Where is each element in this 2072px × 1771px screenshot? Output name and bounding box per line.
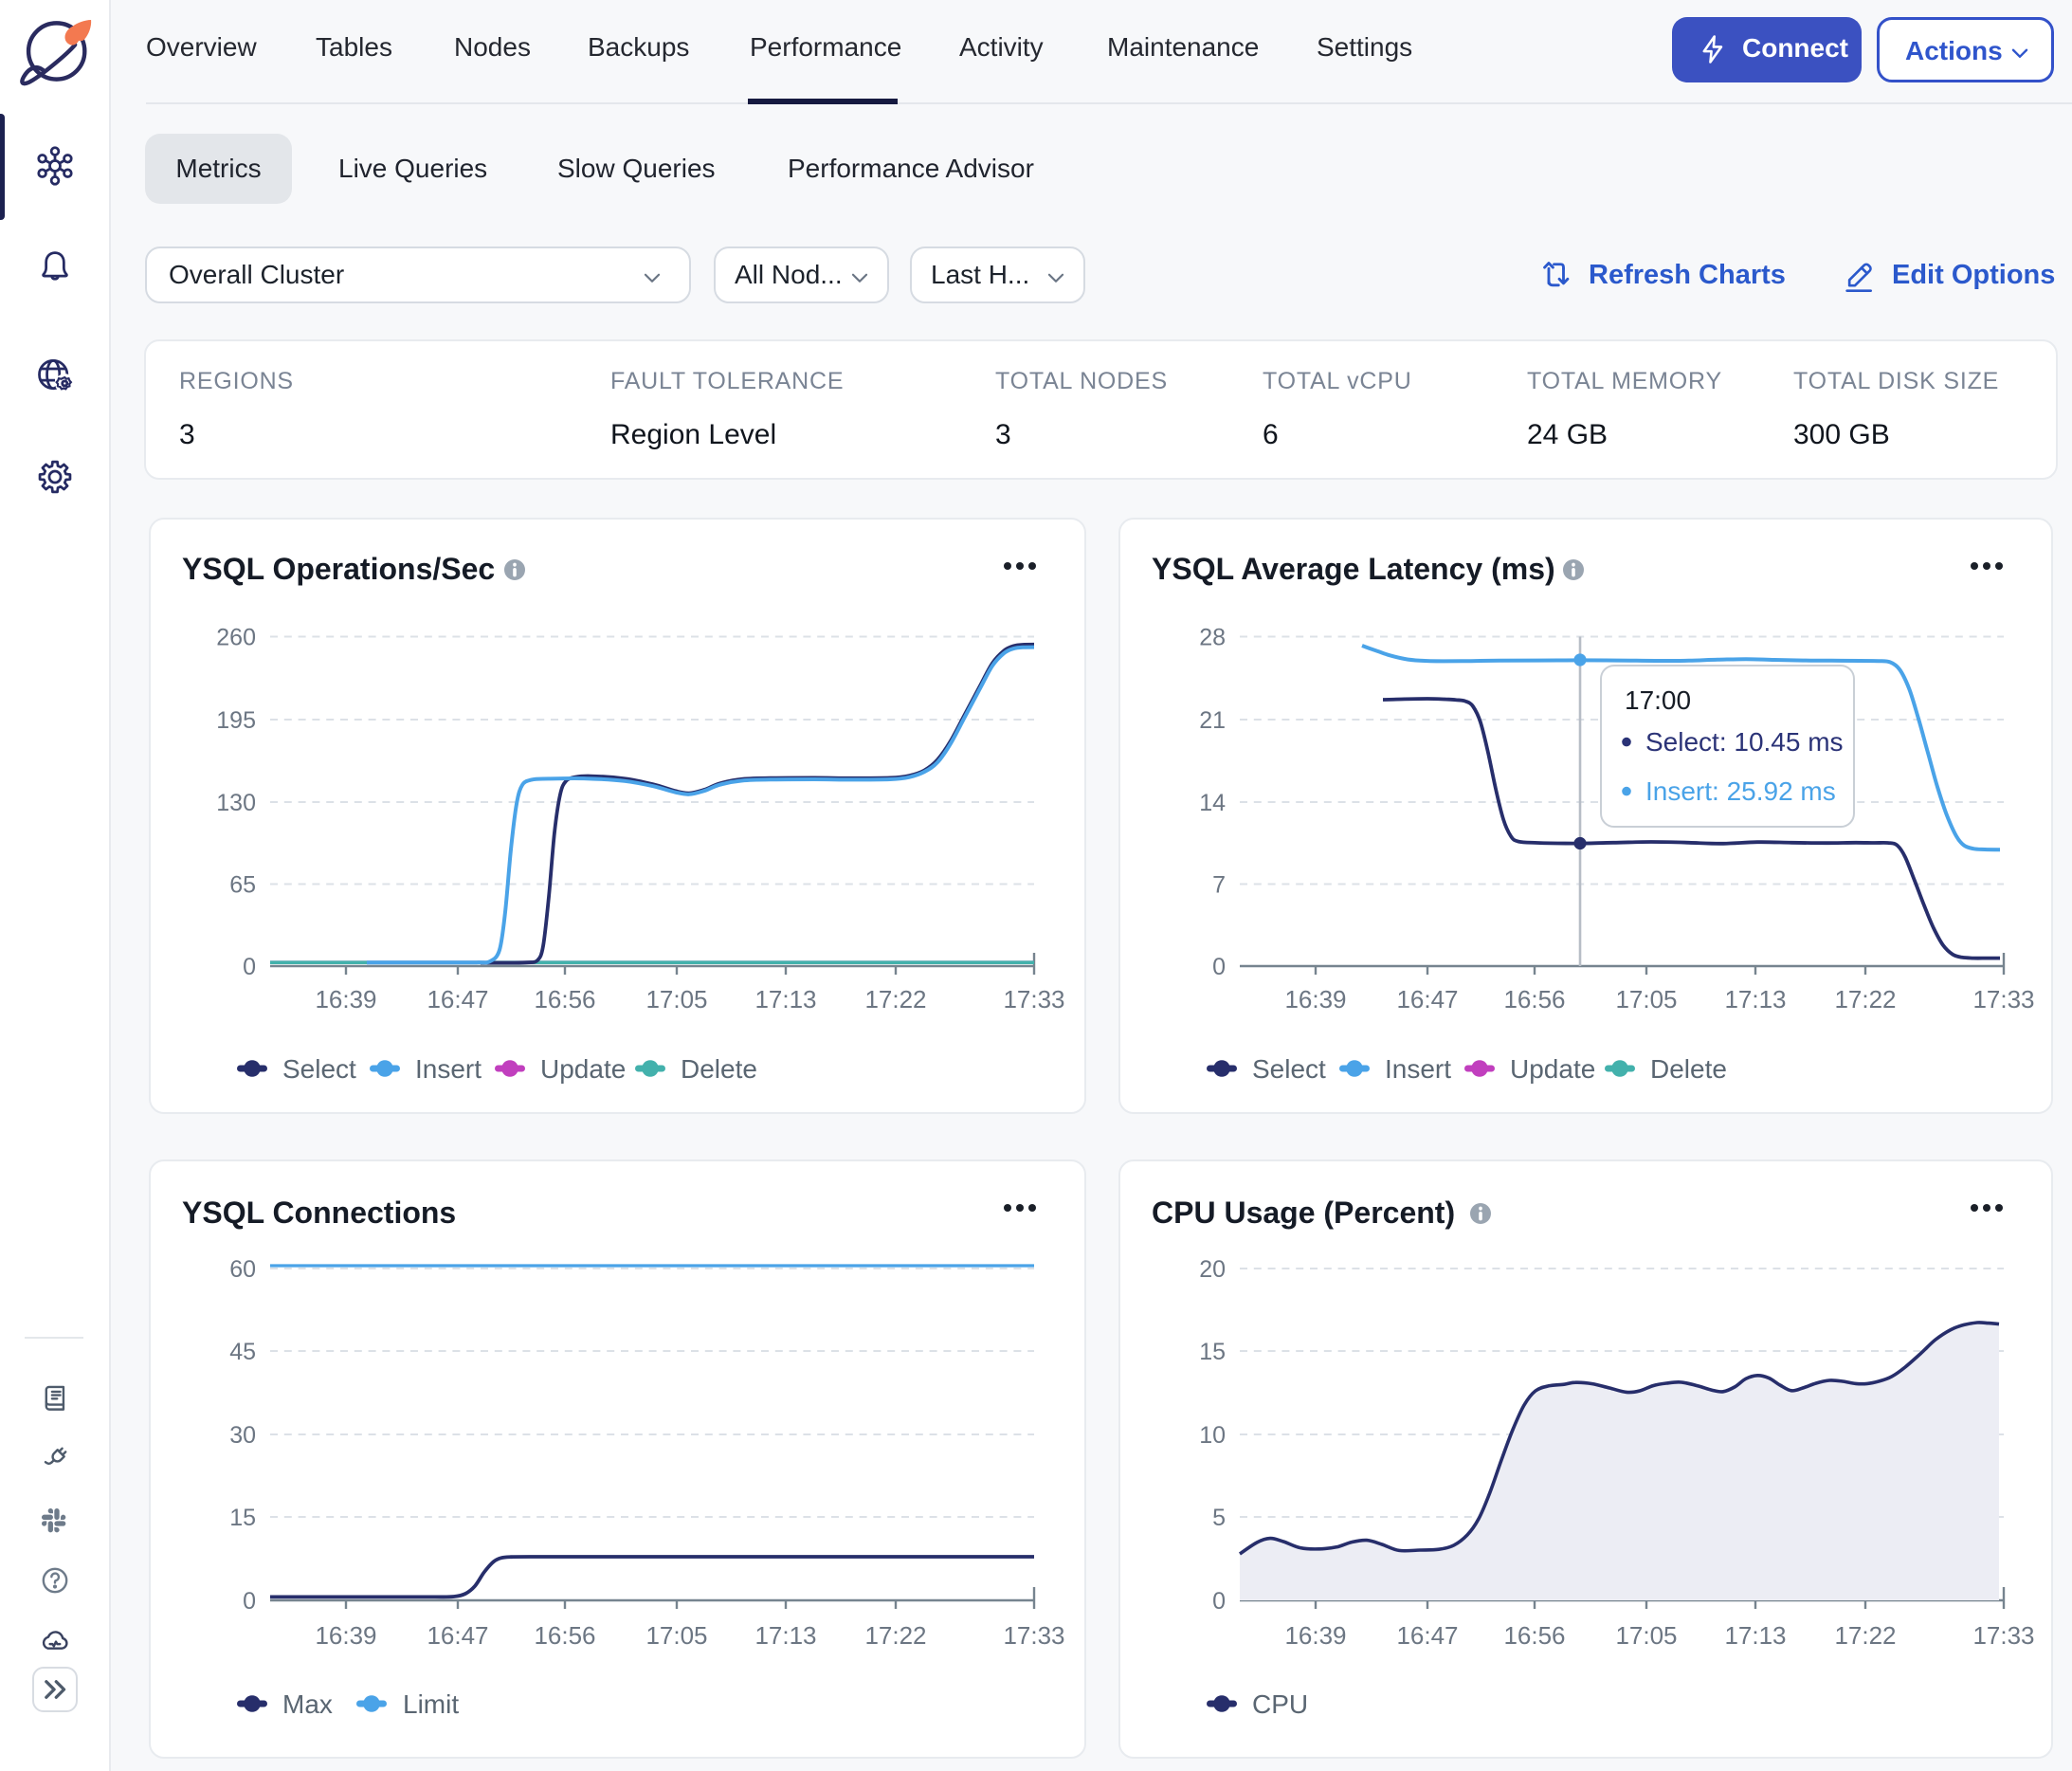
svg-text:130: 130 [216, 790, 256, 816]
svg-text:Delete: Delete [1650, 1054, 1727, 1084]
svg-text:16:56: 16:56 [534, 1621, 595, 1650]
svg-text:16:39: 16:39 [315, 985, 376, 1013]
svg-text:45: 45 [229, 1339, 256, 1365]
svg-text:16:47: 16:47 [1396, 985, 1458, 1013]
svg-text:17:22: 17:22 [1834, 985, 1896, 1013]
svg-text:17:05: 17:05 [645, 985, 707, 1013]
svg-text:20: 20 [1199, 1256, 1226, 1283]
svg-text:CPU Usage (Percent): CPU Usage (Percent) [1152, 1196, 1455, 1230]
svg-text:17:05: 17:05 [1615, 985, 1677, 1013]
svg-text:Insert: 25.92 ms: Insert: 25.92 ms [1645, 776, 1836, 806]
svg-text:21: 21 [1199, 707, 1226, 734]
svg-text:16:39: 16:39 [1284, 1621, 1346, 1650]
svg-text:17:22: 17:22 [864, 985, 926, 1013]
svg-text:0: 0 [243, 1588, 256, 1615]
svg-text:16:39: 16:39 [1284, 985, 1346, 1013]
svg-text:28: 28 [1199, 625, 1226, 651]
svg-text:YSQL Operations/Sec: YSQL Operations/Sec [182, 552, 495, 586]
svg-text:17:05: 17:05 [1615, 1621, 1677, 1650]
svg-text:16:39: 16:39 [315, 1621, 376, 1650]
svg-text:17:13: 17:13 [754, 985, 816, 1013]
svg-text:Select: Select [282, 1054, 356, 1084]
svg-text:Insert: Insert [415, 1054, 482, 1084]
svg-text:16:47: 16:47 [427, 985, 488, 1013]
svg-text:60: 60 [229, 1256, 256, 1283]
svg-text:16:47: 16:47 [1396, 1621, 1458, 1650]
svg-text:17:33: 17:33 [1972, 1621, 2034, 1650]
svg-text:5: 5 [1212, 1505, 1226, 1531]
svg-text:17:05: 17:05 [645, 1621, 707, 1650]
svg-text:17:00: 17:00 [1625, 685, 1691, 715]
svg-text:17:13: 17:13 [1724, 1621, 1786, 1650]
svg-text:16:56: 16:56 [1503, 985, 1565, 1013]
svg-text:YSQL Connections: YSQL Connections [182, 1196, 456, 1230]
svg-text:17:33: 17:33 [1003, 1621, 1064, 1650]
svg-text:Insert: Insert [1385, 1054, 1451, 1084]
svg-text:16:56: 16:56 [534, 985, 595, 1013]
svg-text:195: 195 [216, 707, 256, 734]
svg-text:16:56: 16:56 [1503, 1621, 1565, 1650]
svg-text:17:13: 17:13 [1724, 985, 1786, 1013]
svg-text:14: 14 [1199, 790, 1226, 816]
svg-text:0: 0 [1212, 1588, 1226, 1615]
svg-text:17:13: 17:13 [754, 1621, 816, 1650]
svg-text:16:47: 16:47 [427, 1621, 488, 1650]
svg-text:10: 10 [1199, 1422, 1226, 1449]
svg-text:17:22: 17:22 [864, 1621, 926, 1650]
svg-text:0: 0 [243, 954, 256, 980]
svg-text:15: 15 [1199, 1339, 1226, 1365]
svg-text:Update: Update [1510, 1054, 1595, 1084]
svg-text:Select: 10.45 ms: Select: 10.45 ms [1645, 727, 1844, 757]
svg-text:Max: Max [282, 1689, 333, 1719]
svg-text:15: 15 [229, 1505, 256, 1531]
svg-text:0: 0 [1212, 954, 1226, 980]
svg-text:17:22: 17:22 [1834, 1621, 1896, 1650]
svg-text:17:33: 17:33 [1972, 985, 2034, 1013]
svg-text:CPU: CPU [1252, 1689, 1308, 1719]
svg-text:Delete: Delete [681, 1054, 757, 1084]
svg-text:Limit: Limit [403, 1689, 459, 1719]
svg-text:17:33: 17:33 [1003, 985, 1064, 1013]
svg-text:Select: Select [1252, 1054, 1326, 1084]
svg-text:30: 30 [229, 1422, 256, 1449]
svg-text:Update: Update [540, 1054, 626, 1084]
svg-text:260: 260 [216, 625, 256, 651]
svg-text:65: 65 [229, 872, 256, 899]
svg-text:7: 7 [1212, 872, 1226, 899]
svg-text:YSQL Average Latency (ms): YSQL Average Latency (ms) [1152, 552, 1555, 586]
